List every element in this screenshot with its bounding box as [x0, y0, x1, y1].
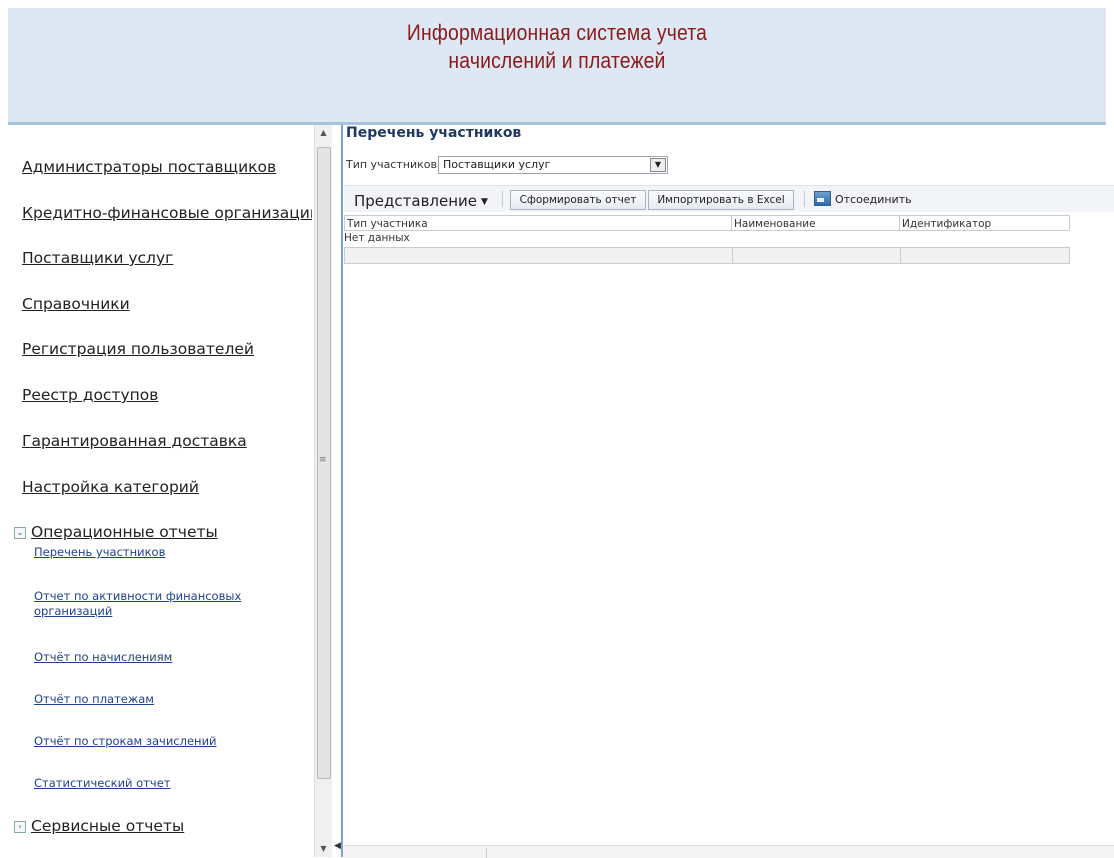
column-header-name[interactable]: Наименование [732, 215, 900, 231]
sidebar-item-admin-providers[interactable]: Администраторы поставщиков [22, 158, 276, 176]
chevron-down-icon[interactable]: ⌄ [14, 526, 26, 539]
page-title: Перечень участников [346, 125, 522, 141]
section-service-reports-label: Сервисные отчеты [31, 817, 185, 835]
report-accruals[interactable]: Отчёт по начислениям [34, 650, 172, 665]
section-operational-reports[interactable]: ⌄ Операционные отчеты [14, 523, 218, 541]
bottom-scrollbar[interactable] [344, 845, 1114, 858]
sidebar-item-user-registration[interactable]: Регистрация пользователей [22, 340, 254, 358]
report-participants-list[interactable]: Перечень участников [34, 545, 165, 560]
detach-icon [814, 191, 831, 206]
app-title-line2: начислений и платежей [448, 48, 666, 73]
report-statistics[interactable]: Статистический отчет [34, 776, 171, 791]
report-toolbar: Представление ▼ Сформировать отчет Импорт… [344, 185, 1114, 212]
splitter-bar[interactable] [341, 125, 343, 857]
detach-label: Отсоединить [835, 193, 912, 206]
sidebar-item-service-providers[interactable]: Поставщики услуг [22, 249, 173, 267]
app-title-line1: Информационная система учета [406, 20, 708, 45]
main-content: Перечень участников Тип участников Поста… [344, 125, 1114, 857]
grip-icon: ≡ [319, 455, 327, 465]
section-service-reports[interactable]: › Сервисные отчеты [14, 817, 184, 835]
collapse-left-icon[interactable]: ◀ [334, 841, 341, 851]
export-excel-button[interactable]: Импортировать в Excel [648, 190, 794, 210]
detach-button[interactable]: Отсоединить [814, 191, 912, 206]
section-operational-reports-label: Операционные отчеты [31, 523, 218, 541]
sidebar-scrollbar[interactable]: ▲ ≡ ▼ [314, 125, 332, 857]
sidebar-item-credit-orgs[interactable]: Кредитно-финансовые организации [22, 204, 312, 222]
toolbar-separator [804, 191, 805, 207]
sidebar: Администраторы поставщиков Кредитно-фина… [8, 125, 312, 857]
column-header-id[interactable]: Идентификатор [900, 215, 1070, 231]
view-menu[interactable]: Представление ▼ [354, 192, 488, 210]
table-row-cell [900, 247, 1070, 264]
report-credit-lines[interactable]: Отчёт по строкам зачислений [34, 734, 217, 749]
dropdown-arrow-icon[interactable]: ▼ [650, 158, 666, 172]
report-payments[interactable]: Отчёт по платежам [34, 692, 154, 707]
app-header: Информационная система учета начислений … [8, 8, 1106, 122]
column-header-type[interactable]: Тип участника [344, 215, 732, 231]
view-menu-label: Представление [354, 192, 478, 210]
participant-type-select[interactable]: Поставщики услуг ▼ [438, 156, 668, 174]
participant-type-label: Тип участников [346, 158, 437, 171]
chevron-right-icon[interactable]: › [14, 820, 26, 833]
chevron-down-icon: ▼ [481, 197, 488, 207]
table-row-cell [732, 247, 901, 264]
generate-report-button[interactable]: Сформировать отчет [510, 190, 646, 210]
participant-type-value: Поставщики услуг [443, 158, 551, 171]
scroll-up-icon[interactable]: ▲ [315, 125, 332, 141]
empty-grid-message: Нет данных [344, 232, 410, 244]
scroll-down-icon[interactable]: ▼ [315, 841, 332, 857]
report-finance-activity[interactable]: Отчет по активности финансовых организац… [34, 589, 274, 619]
sidebar-item-access-registry[interactable]: Реестр доступов [22, 386, 158, 404]
toolbar-separator [502, 191, 503, 207]
pane-splitter[interactable]: ◀ [333, 125, 343, 857]
table-row-cell [344, 247, 733, 264]
sidebar-item-directories[interactable]: Справочники [22, 295, 130, 313]
sidebar-item-category-settings[interactable]: Настройка категорий [22, 478, 199, 496]
sidebar-item-guaranteed-delivery[interactable]: Гарантированная доставка [22, 432, 247, 450]
